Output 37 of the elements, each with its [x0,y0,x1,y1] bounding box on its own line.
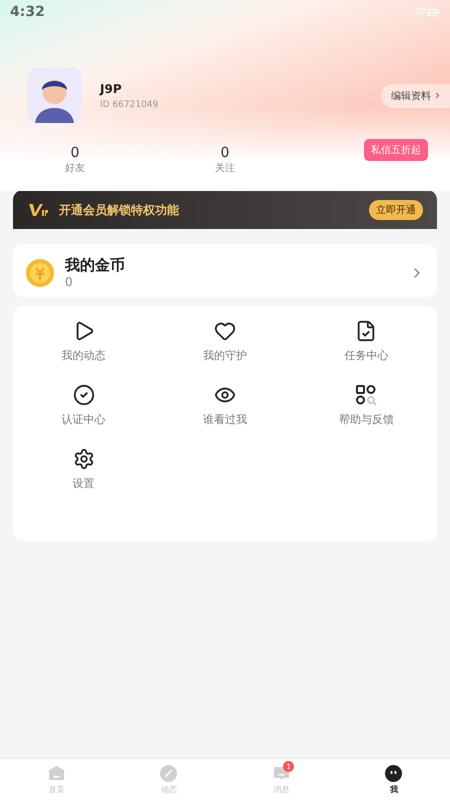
chevron-icon [433,91,442,100]
status-time: 4:32 [10,4,45,20]
home-icon [48,764,65,782]
coins-title: 我的金币 [65,256,126,275]
vip-banner[interactable]: 开通会员解锁特权功能 立即开通 [13,190,437,230]
stat-label[interactable]: 关注 [215,161,235,175]
coin-icon [25,258,55,288]
avatar [27,68,82,123]
stat-label[interactable]: 好友 [65,161,85,175]
menu-item[interactable]: 谁看过我 [202,412,247,427]
heart-icon [214,320,236,342]
menu-item[interactable]: 帮助与反馈 [338,412,394,427]
user-name: J9P [100,82,123,96]
coins-card[interactable]: 我的金币 0 [13,244,437,297]
coins-value: 0 [65,275,74,289]
menu-item[interactable]: 任务中心 [344,348,388,363]
open-vip-button[interactable]: 立即开通 [369,200,423,220]
battery-icon [427,6,440,18]
menu-item[interactable]: 设置 [72,476,95,491]
user-id: ID 66721049 [100,100,160,110]
vip-icon [29,203,49,217]
menu-item[interactable]: 我的动态 [62,348,106,363]
tab[interactable]: 我 [390,784,398,794]
document-icon [355,320,378,342]
vip-promo-text: 开通会员解锁特权功能 [59,202,180,218]
wifi-icon [414,6,427,18]
promo-tooltip: 私信五折起 [364,139,428,161]
settings-icon [72,448,95,470]
check-circle-icon [72,384,95,406]
edit-profile-button[interactable]: 编辑资料 [381,84,450,108]
menu-item[interactable]: 我的守护 [202,348,247,363]
pencil-icon [160,764,178,782]
shapes-icon [355,384,378,406]
stat-value: 0 [70,145,80,161]
stat-value: 0 [220,145,230,161]
face-icon [385,764,402,782]
menu-item[interactable]: 认证中心 [62,412,106,427]
